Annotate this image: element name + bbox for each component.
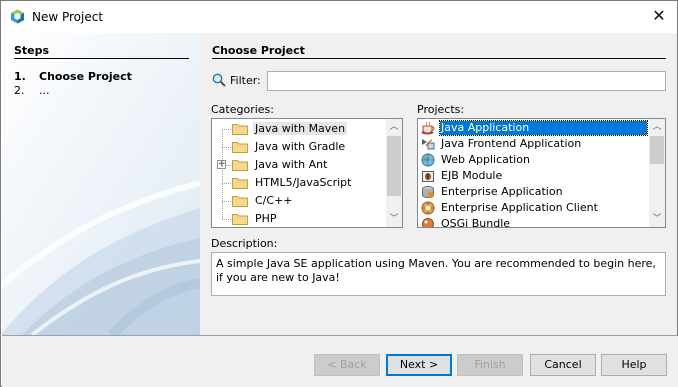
panel-title: Choose Project — [212, 44, 305, 57]
projects-label: Projects: — [417, 103, 465, 116]
scroll-up-icon[interactable]: ︿ — [386, 119, 402, 135]
steps-heading: Steps — [14, 44, 50, 57]
project-item-label: EJB Module — [441, 169, 503, 182]
back-button[interactable]: < Back — [314, 354, 380, 376]
filter-label: Filter: — [230, 74, 261, 87]
bundle-icon — [422, 218, 434, 227]
project-item-label: Enterprise Application Client — [441, 201, 598, 214]
folder-icon — [232, 124, 248, 135]
project-item-enterprise-application[interactable]: Enterprise Application — [418, 184, 649, 200]
step-item-choose-project: 1. Choose Project — [14, 70, 132, 83]
scroll-up-icon[interactable]: ︿ — [649, 119, 665, 135]
tree-item-label: Java with Gradle — [255, 140, 346, 153]
cancel-button[interactable]: Cancel — [530, 354, 596, 376]
tree-item-c-cpp[interactable]: C/C++ — [212, 183, 387, 210]
finish-button[interactable]: Finish — [457, 354, 523, 376]
close-button[interactable]: ✕ — [641, 1, 677, 31]
project-item-label: OSGi Bundle — [441, 217, 511, 228]
enterprise-client-icon — [421, 201, 435, 215]
tree-item-label: Java with Maven — [253, 122, 348, 135]
choose-project-panel: Choose Project Filter: Categories: Proje… — [200, 33, 677, 335]
new-project-dialog: New Project ✕ Steps 1. Choose Project 2.… — [0, 0, 678, 387]
tree-item-java-with-ant[interactable]: + Java with Ant — [212, 147, 387, 174]
projects-scrollbar[interactable]: ︿ ﹀ — [649, 119, 665, 227]
projects-list[interactable]: Java Application Java Frontend Applicati… — [417, 118, 666, 228]
coffee-cup-icon — [421, 121, 435, 135]
tree-item-label: C/C++ — [255, 194, 293, 207]
tree-item-java-with-maven[interactable]: Java with Maven — [212, 120, 387, 138]
tree-item-java-with-gradle[interactable]: Java with Gradle — [212, 129, 387, 156]
steps-divider — [14, 58, 189, 59]
panel-divider — [212, 58, 666, 59]
step-number: 1. — [14, 70, 26, 83]
folder-icon — [232, 160, 248, 171]
steps-pane: Steps 1. Choose Project 2.... — [2, 33, 200, 335]
help-button[interactable]: Help — [601, 354, 667, 376]
tree-item-label: HTML5/JavaScript — [255, 176, 352, 189]
close-icon: ✕ — [652, 6, 666, 25]
tree-item-label: PHP — [255, 212, 277, 225]
project-item-java-application[interactable]: Java Application — [418, 120, 649, 136]
scroll-thumb[interactable] — [650, 136, 664, 164]
tree-item-label: Java with Ant — [255, 158, 328, 171]
step-item-pending: 2.... — [14, 84, 50, 97]
project-item-enterprise-application-client[interactable]: Enterprise Application Client — [418, 200, 649, 216]
folder-icon — [232, 142, 248, 153]
title-bar[interactable]: New Project ✕ — [1, 1, 677, 32]
next-button[interactable]: Next > — [386, 354, 452, 376]
categories-scrollbar[interactable]: ︿ ﹀ — [386, 119, 402, 227]
project-item-label: Web Application — [441, 153, 530, 166]
step-number: 2. — [14, 84, 25, 97]
button-bar: < Back Next > Finish Cancel Help — [2, 336, 678, 387]
globe-icon — [421, 153, 435, 167]
project-item-ejb-module[interactable]: EJB Module — [418, 168, 649, 184]
project-item-label: Enterprise Application — [441, 185, 563, 198]
project-item-java-frontend-application[interactable]: Java Frontend Application — [418, 136, 649, 152]
enterprise-app-icon — [422, 186, 434, 198]
project-item-osgi-bundle[interactable]: OSGi Bundle — [418, 216, 649, 228]
project-item-web-application[interactable]: Web Application — [418, 152, 649, 168]
scroll-down-icon[interactable]: ﹀ — [386, 211, 402, 227]
step-label: Choose Project — [39, 70, 132, 83]
tree-item-php[interactable]: PHP — [212, 201, 387, 227]
bean-module-icon — [422, 171, 434, 182]
magnifier-icon — [212, 73, 226, 87]
tree-item-html5-javascript[interactable]: HTML5/JavaScript — [212, 165, 387, 192]
step-label: ... — [39, 84, 50, 97]
categories-label: Categories: — [211, 103, 274, 116]
description-label: Description: — [211, 237, 278, 250]
netbeans-app-icon — [11, 9, 24, 24]
project-item-label: Java Application — [439, 120, 648, 136]
categories-tree[interactable]: Java with Maven Java with Gradle + Java … — [211, 118, 403, 228]
frontend-app-icon — [422, 139, 435, 150]
folder-icon — [232, 196, 248, 207]
scroll-down-icon[interactable]: ﹀ — [649, 211, 665, 227]
window-title: New Project — [32, 10, 104, 24]
folder-icon — [232, 178, 248, 189]
filter-input[interactable] — [267, 71, 666, 91]
scroll-thumb[interactable] — [387, 136, 401, 196]
folder-icon — [232, 214, 248, 225]
project-item-label: Java Frontend Application — [441, 137, 582, 150]
description-text: A simple Java SE application using Maven… — [211, 252, 666, 296]
